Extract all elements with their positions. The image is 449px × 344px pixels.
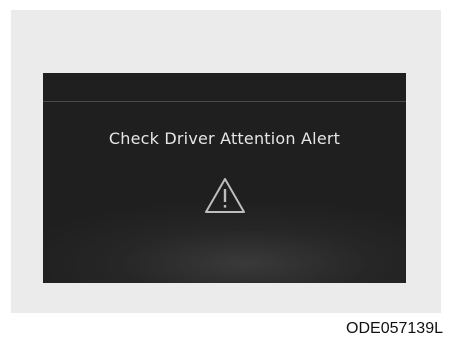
warning-triangle-icon — [205, 178, 245, 213]
display-divider — [43, 101, 406, 102]
cluster-display: Check Driver Attention Alert — [43, 73, 406, 283]
alert-message: Check Driver Attention Alert — [108, 129, 341, 148]
figure-code: ODE057139L — [346, 320, 443, 337]
